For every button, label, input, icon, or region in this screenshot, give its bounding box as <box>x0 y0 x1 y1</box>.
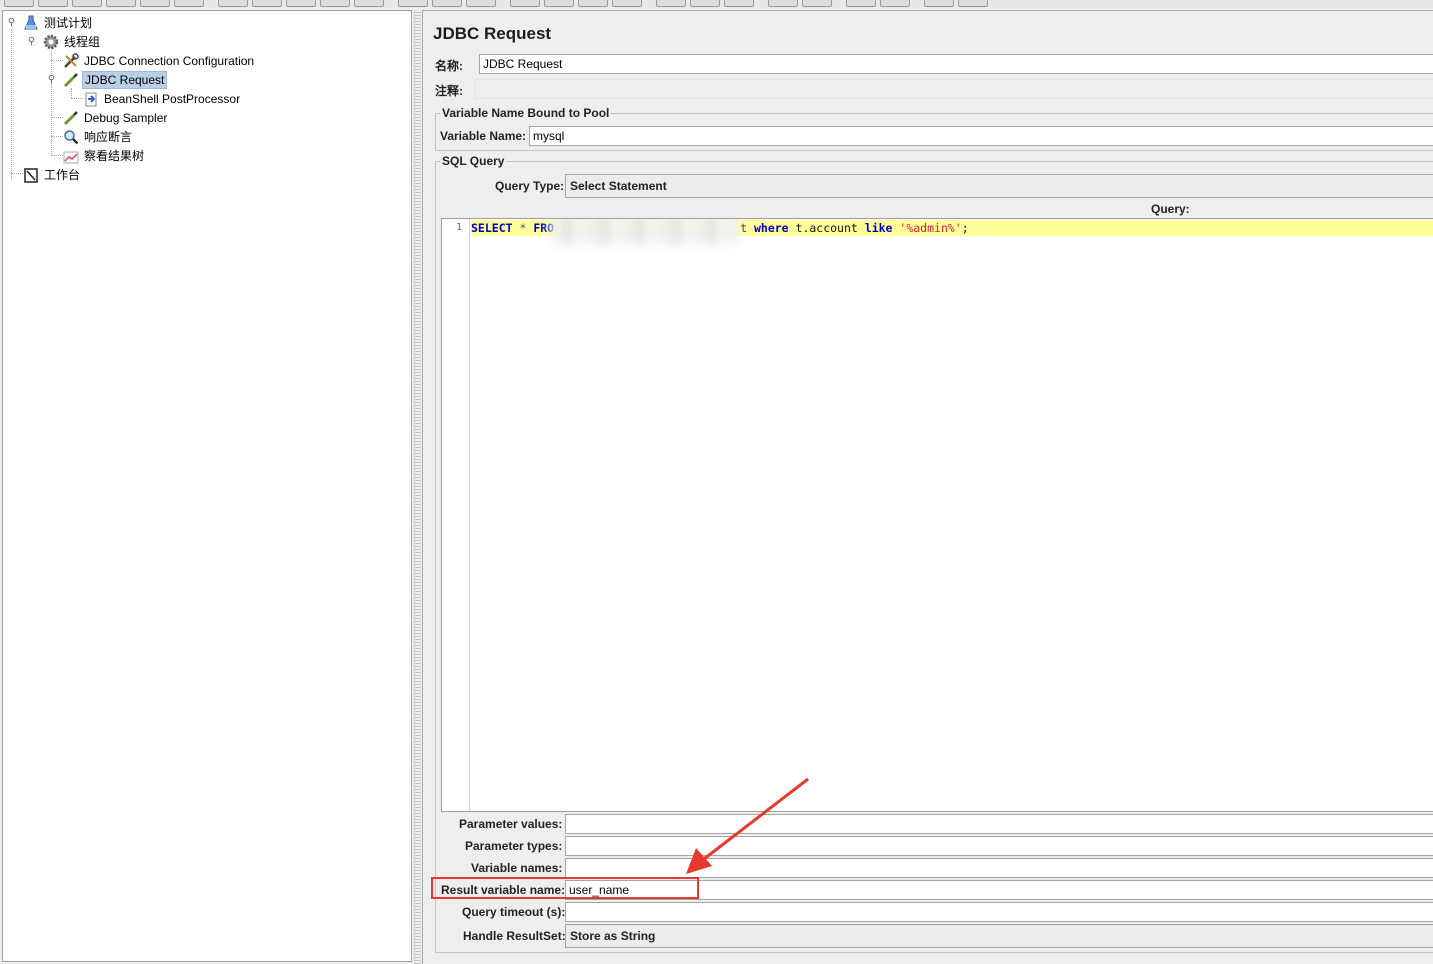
toolbar-button[interactable] <box>38 0 68 7</box>
annotation-highlight-box <box>431 877 699 899</box>
parameter-values-label: Parameter values: <box>459 817 563 831</box>
pool-section-title: Variable Name Bound to Pool <box>440 106 612 120</box>
toolbar-button[interactable] <box>252 0 282 7</box>
wrench-icon <box>63 52 79 69</box>
chart-icon <box>63 148 79 164</box>
handle-resultset-select[interactable]: Store as String <box>565 924 1433 948</box>
workbench-icon <box>23 167 39 183</box>
tree-item-view-results-tree[interactable]: 察看结果树 <box>63 147 146 164</box>
toolbar-button[interactable] <box>72 0 102 7</box>
expand-handle-icon[interactable]: ⚲ <box>47 75 56 85</box>
comment-label: 注释: <box>435 84 463 98</box>
parameter-values-field[interactable] <box>565 814 1433 834</box>
pipette-icon <box>63 72 79 88</box>
query-timeout-label: Query timeout (s): <box>462 905 566 919</box>
comment-field[interactable] <box>475 79 1433 99</box>
sql-operator: * <box>512 221 534 235</box>
line-number: 1 <box>455 222 462 233</box>
variable-name-field[interactable]: mysql <box>529 126 1433 146</box>
parameter-types-label: Parameter types: <box>465 839 563 853</box>
sql-keyword: where <box>753 221 789 235</box>
handle-resultset-label: Handle ResultSet: <box>463 929 566 943</box>
toolbar-button[interactable] <box>218 0 248 7</box>
toolbar-button[interactable] <box>432 0 462 7</box>
parameter-types-field[interactable] <box>565 836 1433 856</box>
tree-item-thread-group[interactable]: 线程组 <box>43 33 102 50</box>
flask-icon <box>23 15 39 31</box>
name-label: 名称: <box>435 59 463 73</box>
test-plan-tree[interactable]: ⚲ ⚲ ⚲ 测试计划 线程组 JDBC Connection Configura… <box>2 10 412 962</box>
tree-connector <box>71 98 83 99</box>
redaction-blur <box>550 219 740 245</box>
tree-item-test-plan[interactable]: 测试计划 <box>23 14 94 31</box>
tree-item-debug-sampler[interactable]: Debug Sampler <box>63 109 169 126</box>
toolbar-button[interactable] <box>466 0 496 7</box>
tree-connector <box>51 136 63 137</box>
toolbar-button[interactable] <box>958 0 988 7</box>
tree-item-jdbc-request[interactable]: JDBC Request <box>63 70 168 89</box>
name-field[interactable]: JDBC Request <box>479 54 1433 74</box>
tree-connector <box>51 51 52 156</box>
toolbar-button[interactable] <box>690 0 720 7</box>
sql-token: t.account <box>788 221 865 235</box>
arrow-doc-icon <box>83 91 99 107</box>
tree-connector <box>51 155 63 156</box>
toolbar-button[interactable] <box>106 0 136 7</box>
query-header: Query: <box>1151 202 1190 216</box>
toolbar-button[interactable] <box>612 0 642 7</box>
toolbar-button[interactable] <box>880 0 910 7</box>
jdbc-request-panel: JDBC Request 名称: JDBC Request 注释: Variab… <box>422 10 1433 964</box>
toolbar-button[interactable] <box>140 0 170 7</box>
query-type-select[interactable]: Select Statement <box>565 174 1433 198</box>
toolbar-button[interactable] <box>510 0 540 7</box>
sql-keyword: like <box>864 221 893 235</box>
sql-query-section-title: SQL Query <box>440 154 507 168</box>
toolbar-button[interactable] <box>398 0 428 7</box>
magnifier-icon <box>63 129 79 145</box>
tree-connector <box>71 88 72 98</box>
tree-item-response-assertion[interactable]: 响应断言 <box>63 128 134 145</box>
tree-connector <box>11 173 23 174</box>
toolbar <box>0 0 1433 8</box>
sql-token: ; <box>961 221 969 235</box>
pipette-icon <box>63 110 79 126</box>
sql-editor[interactable]: 1 SELECT * FRO t where t.account like '%a… <box>441 218 1433 812</box>
expand-handle-icon[interactable]: ⚲ <box>27 37 36 47</box>
tree-connector <box>51 117 63 118</box>
sql-string: '%admin%' <box>899 221 962 235</box>
tree-item-beanshell-postprocessor[interactable]: BeanShell PostProcessor <box>83 90 242 107</box>
panel-title: JDBC Request <box>433 24 552 43</box>
tree-connector <box>51 60 63 61</box>
tree-item-workbench[interactable]: 工作台 <box>23 166 82 183</box>
toolbar-button[interactable] <box>578 0 608 7</box>
toolbar-button[interactable] <box>768 0 798 7</box>
sql-keyword: SELECT <box>471 221 513 235</box>
toolbar-button[interactable] <box>724 0 754 7</box>
variable-name-label: Variable Name: <box>440 129 527 143</box>
toolbar-button[interactable] <box>924 0 954 7</box>
tree-item-jdbc-connection-configuration[interactable]: JDBC Connection Configuration <box>63 52 256 69</box>
pane-splitter[interactable] <box>414 10 421 964</box>
variable-names-label: Variable names: <box>471 861 563 875</box>
toolbar-button[interactable] <box>802 0 832 7</box>
toolbar-button[interactable] <box>544 0 574 7</box>
expand-handle-icon[interactable]: ⚲ <box>7 18 16 28</box>
query-type-label: Query Type: <box>495 179 565 193</box>
jmeter-window: ⚲ ⚲ ⚲ 测试计划 线程组 JDBC Connection Configura… <box>0 0 1433 964</box>
variable-names-field[interactable] <box>565 858 1433 878</box>
toolbar-button[interactable] <box>4 0 34 7</box>
gear-icon <box>43 34 59 50</box>
toolbar-button[interactable] <box>286 0 316 7</box>
toolbar-button[interactable] <box>656 0 686 7</box>
editor-gutter: 1 <box>442 219 470 811</box>
query-timeout-field[interactable] <box>565 902 1433 922</box>
toolbar-button[interactable] <box>174 0 204 7</box>
toolbar-button[interactable] <box>354 0 384 7</box>
toolbar-button[interactable] <box>846 0 876 7</box>
toolbar-button[interactable] <box>320 0 350 7</box>
tree-connector <box>11 29 12 179</box>
